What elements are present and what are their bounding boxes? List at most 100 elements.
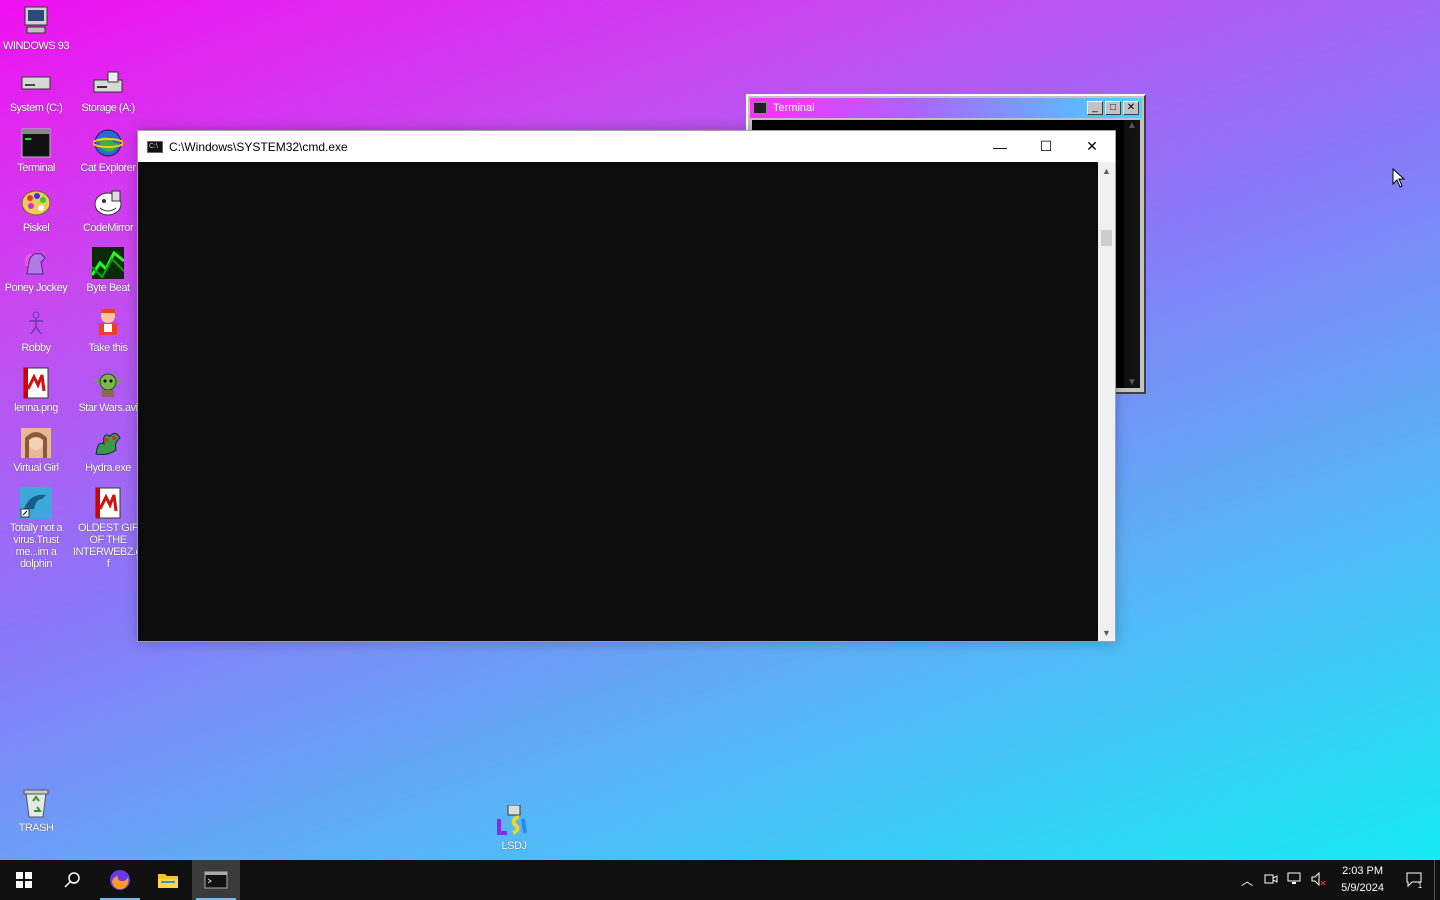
image-file-icon xyxy=(19,366,53,400)
terminal-icon xyxy=(19,126,53,160)
system-tray: ︿ 2:03 PM 5/9/2024 1 xyxy=(1235,860,1440,900)
cmd-title: C:\Windows\SYSTEM32\cmd.exe xyxy=(169,139,348,154)
taskbar: ︿ 2:03 PM 5/9/2024 1 xyxy=(0,860,1440,900)
volume-muted-icon[interactable] xyxy=(1307,871,1331,889)
desktop-icon-label: Robby xyxy=(21,342,51,354)
desktop-icon-label: OLDEST GIF OF THE INTERWEBZ.gif xyxy=(72,522,144,570)
cmd-icon xyxy=(204,871,228,889)
taskbar-clock[interactable]: 2:03 PM 5/9/2024 xyxy=(1331,863,1394,897)
desktop-icon-label: Virtual Girl xyxy=(13,462,59,474)
desktop-icon-label: LSDJ xyxy=(501,840,527,852)
desktop-icon-virtual-girl[interactable]: Virtual Girl xyxy=(0,426,72,474)
image-file-icon xyxy=(91,486,125,520)
start-button[interactable] xyxy=(0,860,48,900)
cmd-maximize-button[interactable]: ☐ xyxy=(1023,131,1069,162)
desktop-icon-label: Byte Beat xyxy=(86,282,130,294)
desktop-icon-label: Cat Explorer xyxy=(80,162,136,174)
scroll-up-icon[interactable]: ▲ xyxy=(1124,120,1140,131)
cmd-window[interactable]: C:\ C:\Windows\SYSTEM32\cmd.exe — ☐ ✕ ▲ … xyxy=(137,130,1116,642)
desktop-icon-label: lenna.png xyxy=(14,402,58,414)
globe-icon xyxy=(91,126,125,160)
taskbar-cmd[interactable] xyxy=(192,860,240,900)
terminal-icon xyxy=(753,102,767,114)
desktop-icon-system-c[interactable]: System (C:) xyxy=(0,66,72,114)
desktop-icon-poney-jockey[interactable]: Poney Jockey xyxy=(0,246,72,294)
terminal93-title: Terminal xyxy=(773,102,815,114)
terminal93-titlebar[interactable]: Terminal _ □ ✕ xyxy=(750,98,1142,118)
cmd-console[interactable] xyxy=(138,162,1098,641)
floppy-drive-icon xyxy=(91,66,125,100)
cmd-scrollbar[interactable]: ▲ ▼ xyxy=(1098,162,1115,641)
show-desktop-button[interactable] xyxy=(1434,860,1440,900)
codemirror-icon xyxy=(91,186,125,220)
notification-center-button[interactable]: 1 xyxy=(1394,860,1434,900)
desktop-icon-windows93[interactable]: WINDOWS 93 xyxy=(0,4,72,52)
network-icon[interactable] xyxy=(1283,872,1307,889)
terminal93-minimize-button[interactable]: _ xyxy=(1087,101,1103,115)
palette-icon xyxy=(19,186,53,220)
taskbar-file-explorer[interactable] xyxy=(144,860,192,900)
terminal93-scrollbar[interactable]: ▲ ▼ xyxy=(1124,120,1140,388)
desktop-icon-label: Piskel xyxy=(22,222,50,234)
scroll-down-icon[interactable]: ▼ xyxy=(1124,377,1140,388)
desktop-icon-hydra[interactable]: Hydra.exe xyxy=(72,426,144,474)
desktop-icon-label: Poney Jockey xyxy=(4,282,68,294)
cmd-titlebar[interactable]: C:\ C:\Windows\SYSTEM32\cmd.exe — ☐ ✕ xyxy=(138,131,1115,162)
desktop-icon-cat-explorer[interactable]: Cat Explorer xyxy=(72,126,144,174)
desktop-icon-codemirror[interactable]: CodeMirror xyxy=(72,186,144,234)
desktop-icon-label: Storage (A:) xyxy=(81,102,135,114)
firefox-icon xyxy=(110,870,130,890)
mouse-cursor-icon xyxy=(1392,168,1406,188)
meet-now-icon[interactable] xyxy=(1259,873,1283,888)
desktop-icon-storage-a[interactable]: Storage (A:) xyxy=(72,66,144,114)
desktop-icon-star-wars[interactable]: Star Wars.avi xyxy=(72,366,144,414)
chevron-up-icon[interactable]: ︿ xyxy=(1235,872,1259,889)
desktop-icon-label: WINDOWS 93 xyxy=(3,40,69,52)
folder-icon xyxy=(158,874,178,888)
hard-drive-icon xyxy=(19,66,53,100)
character-icon xyxy=(91,306,125,340)
scroll-up-icon[interactable]: ▲ xyxy=(1098,162,1115,179)
scroll-thumb[interactable] xyxy=(1101,230,1112,246)
bytebeat-icon xyxy=(91,246,125,280)
dolphin-icon xyxy=(19,486,53,520)
stick-figure-icon xyxy=(19,306,53,340)
clock-date: 5/9/2024 xyxy=(1341,882,1384,894)
desktop-icon-label: TRASH xyxy=(18,822,54,834)
desktop-icon-lenna[interactable]: lenna.png xyxy=(0,366,72,414)
desktop-icon-byte-beat[interactable]: Byte Beat xyxy=(72,246,144,294)
taskbar-firefox[interactable] xyxy=(96,860,144,900)
desktop-icon-label: CodeMirror xyxy=(82,222,134,234)
recycle-bin-icon xyxy=(19,786,53,820)
desktop-icon-take-this[interactable]: Take this xyxy=(72,306,144,354)
search-icon xyxy=(64,872,80,888)
desktop-icon-terminal[interactable]: Terminal xyxy=(0,126,72,174)
desktop-icon-dolphin[interactable]: Totally not a virus.Trust me...im a dolp… xyxy=(0,486,72,570)
terminal93-maximize-button[interactable]: □ xyxy=(1105,101,1121,115)
desktop-icon-label: Take this xyxy=(88,342,128,354)
yoda-icon xyxy=(91,366,125,400)
desktop-icon-label: System (C:) xyxy=(9,102,63,114)
desktop-icon-label: Totally not a virus.Trust me...im a dolp… xyxy=(9,522,63,570)
desktop-icon-label: Terminal xyxy=(17,162,55,174)
desktop-icon-piskel[interactable]: Piskel xyxy=(0,186,72,234)
pony-icon xyxy=(19,246,53,280)
search-button[interactable] xyxy=(48,860,96,900)
terminal93-close-button[interactable]: ✕ xyxy=(1123,101,1139,115)
cmd-icon: C:\ xyxy=(147,140,163,153)
desktop-icon-robby[interactable]: Robby xyxy=(0,306,72,354)
desktop-icon-oldest-gif[interactable]: OLDEST GIF OF THE INTERWEBZ.gif xyxy=(72,486,144,570)
virtual-girl-icon xyxy=(19,426,53,460)
hydra-icon xyxy=(91,426,125,460)
cmd-minimize-button[interactable]: — xyxy=(977,131,1023,162)
windows-logo-icon xyxy=(16,872,32,888)
desktop-icon-trash[interactable]: TRASH xyxy=(0,786,72,834)
clock-time: 2:03 PM xyxy=(1342,865,1384,877)
cmd-close-button[interactable]: ✕ xyxy=(1069,131,1115,162)
desktop-icon-lsdj[interactable]: LSDJ xyxy=(478,804,550,852)
desktop-icon-label: Hydra.exe xyxy=(85,462,131,474)
scroll-down-icon[interactable]: ▼ xyxy=(1098,624,1115,641)
lsdj-icon xyxy=(497,804,531,838)
desktop-icon-label: Star Wars.avi xyxy=(78,402,138,414)
computer-icon xyxy=(19,4,53,38)
